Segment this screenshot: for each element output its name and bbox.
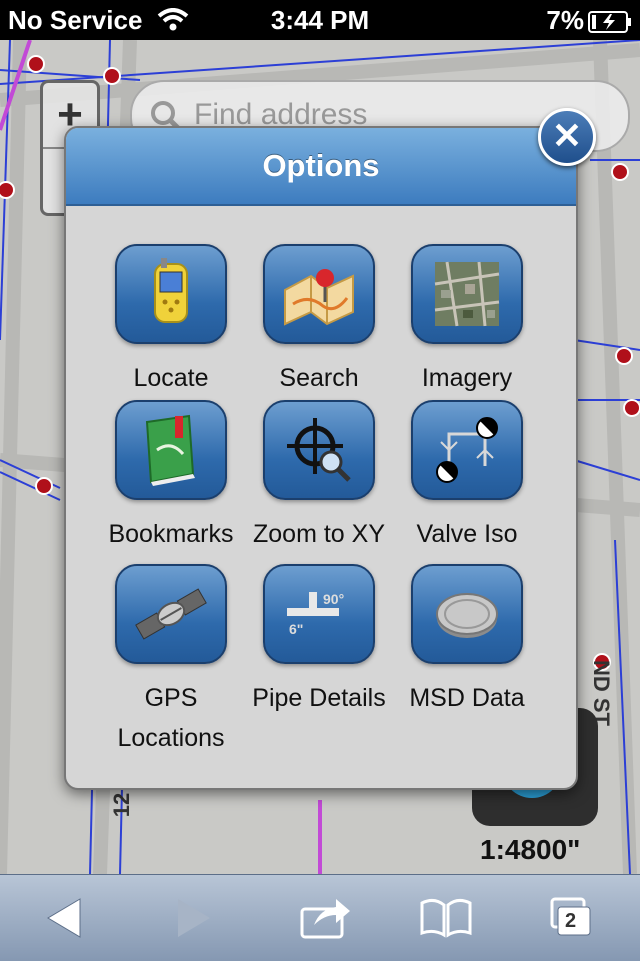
bookmark-book-icon	[115, 400, 227, 500]
map-pin-icon	[263, 244, 375, 344]
pipe-fitting-icon: 90° 6"	[263, 564, 375, 664]
option-label: Imagery	[421, 364, 513, 392]
option-locate[interactable]: Locate	[96, 244, 246, 398]
close-dialog-button[interactable]: ✕	[538, 108, 596, 166]
back-arrow-icon[interactable]	[40, 895, 100, 941]
tabs-icon[interactable]: 2	[544, 895, 604, 941]
option-label: Zoom to XY	[253, 520, 385, 548]
options-dialog: Options Locate Search Imagery Bookmarks …	[64, 126, 578, 790]
dialog-header: Options	[66, 128, 576, 206]
street-label: 12	[109, 792, 135, 818]
aerial-imagery-icon	[411, 244, 523, 344]
gps-device-icon	[115, 244, 227, 344]
crosshair-magnifier-icon	[263, 400, 375, 500]
option-label: Bookmarks	[108, 520, 234, 548]
option-valve-iso[interactable]: Valve Iso	[392, 400, 542, 554]
option-pipe-details[interactable]: 90° 6" Pipe Details	[244, 564, 394, 718]
forward-arrow-icon[interactable]	[164, 895, 224, 941]
svg-text:90°: 90°	[323, 591, 344, 607]
valve-isolation-icon	[411, 400, 523, 500]
satellite-icon	[115, 564, 227, 664]
svg-text:6": 6"	[289, 621, 303, 637]
option-label: Locate	[133, 364, 209, 392]
clock: 3:44 PM	[270, 5, 370, 35]
share-icon[interactable]	[296, 895, 356, 941]
tabs-count: 2	[565, 910, 577, 932]
option-search[interactable]: Search	[244, 244, 394, 398]
status-bar: No Service 3:44 PM 7%	[0, 0, 640, 40]
option-label: Search	[279, 364, 359, 392]
manhole-cover-icon	[411, 564, 523, 664]
option-label: Valve Iso	[416, 520, 518, 548]
browser-toolbar: 2	[0, 874, 640, 961]
option-gps-locations[interactable]: GPS Locations	[96, 564, 246, 758]
battery-icon	[588, 9, 632, 40]
dialog-title: Options	[262, 148, 380, 183]
battery-percent: 7%	[546, 5, 584, 35]
option-label: Pipe Details	[252, 684, 386, 712]
option-zoom-to-xy[interactable]: Zoom to XY	[244, 400, 394, 554]
option-label: GPS Locations	[117, 684, 225, 752]
option-imagery[interactable]: Imagery	[392, 244, 542, 398]
map-scale: 1:4800"	[480, 834, 581, 865]
close-icon: ✕	[551, 115, 583, 156]
option-bookmarks[interactable]: Bookmarks	[96, 400, 246, 554]
option-msd-data[interactable]: MSD Data	[392, 564, 542, 718]
bookmarks-book-icon[interactable]	[416, 895, 476, 941]
option-label: MSD Data	[409, 684, 525, 712]
